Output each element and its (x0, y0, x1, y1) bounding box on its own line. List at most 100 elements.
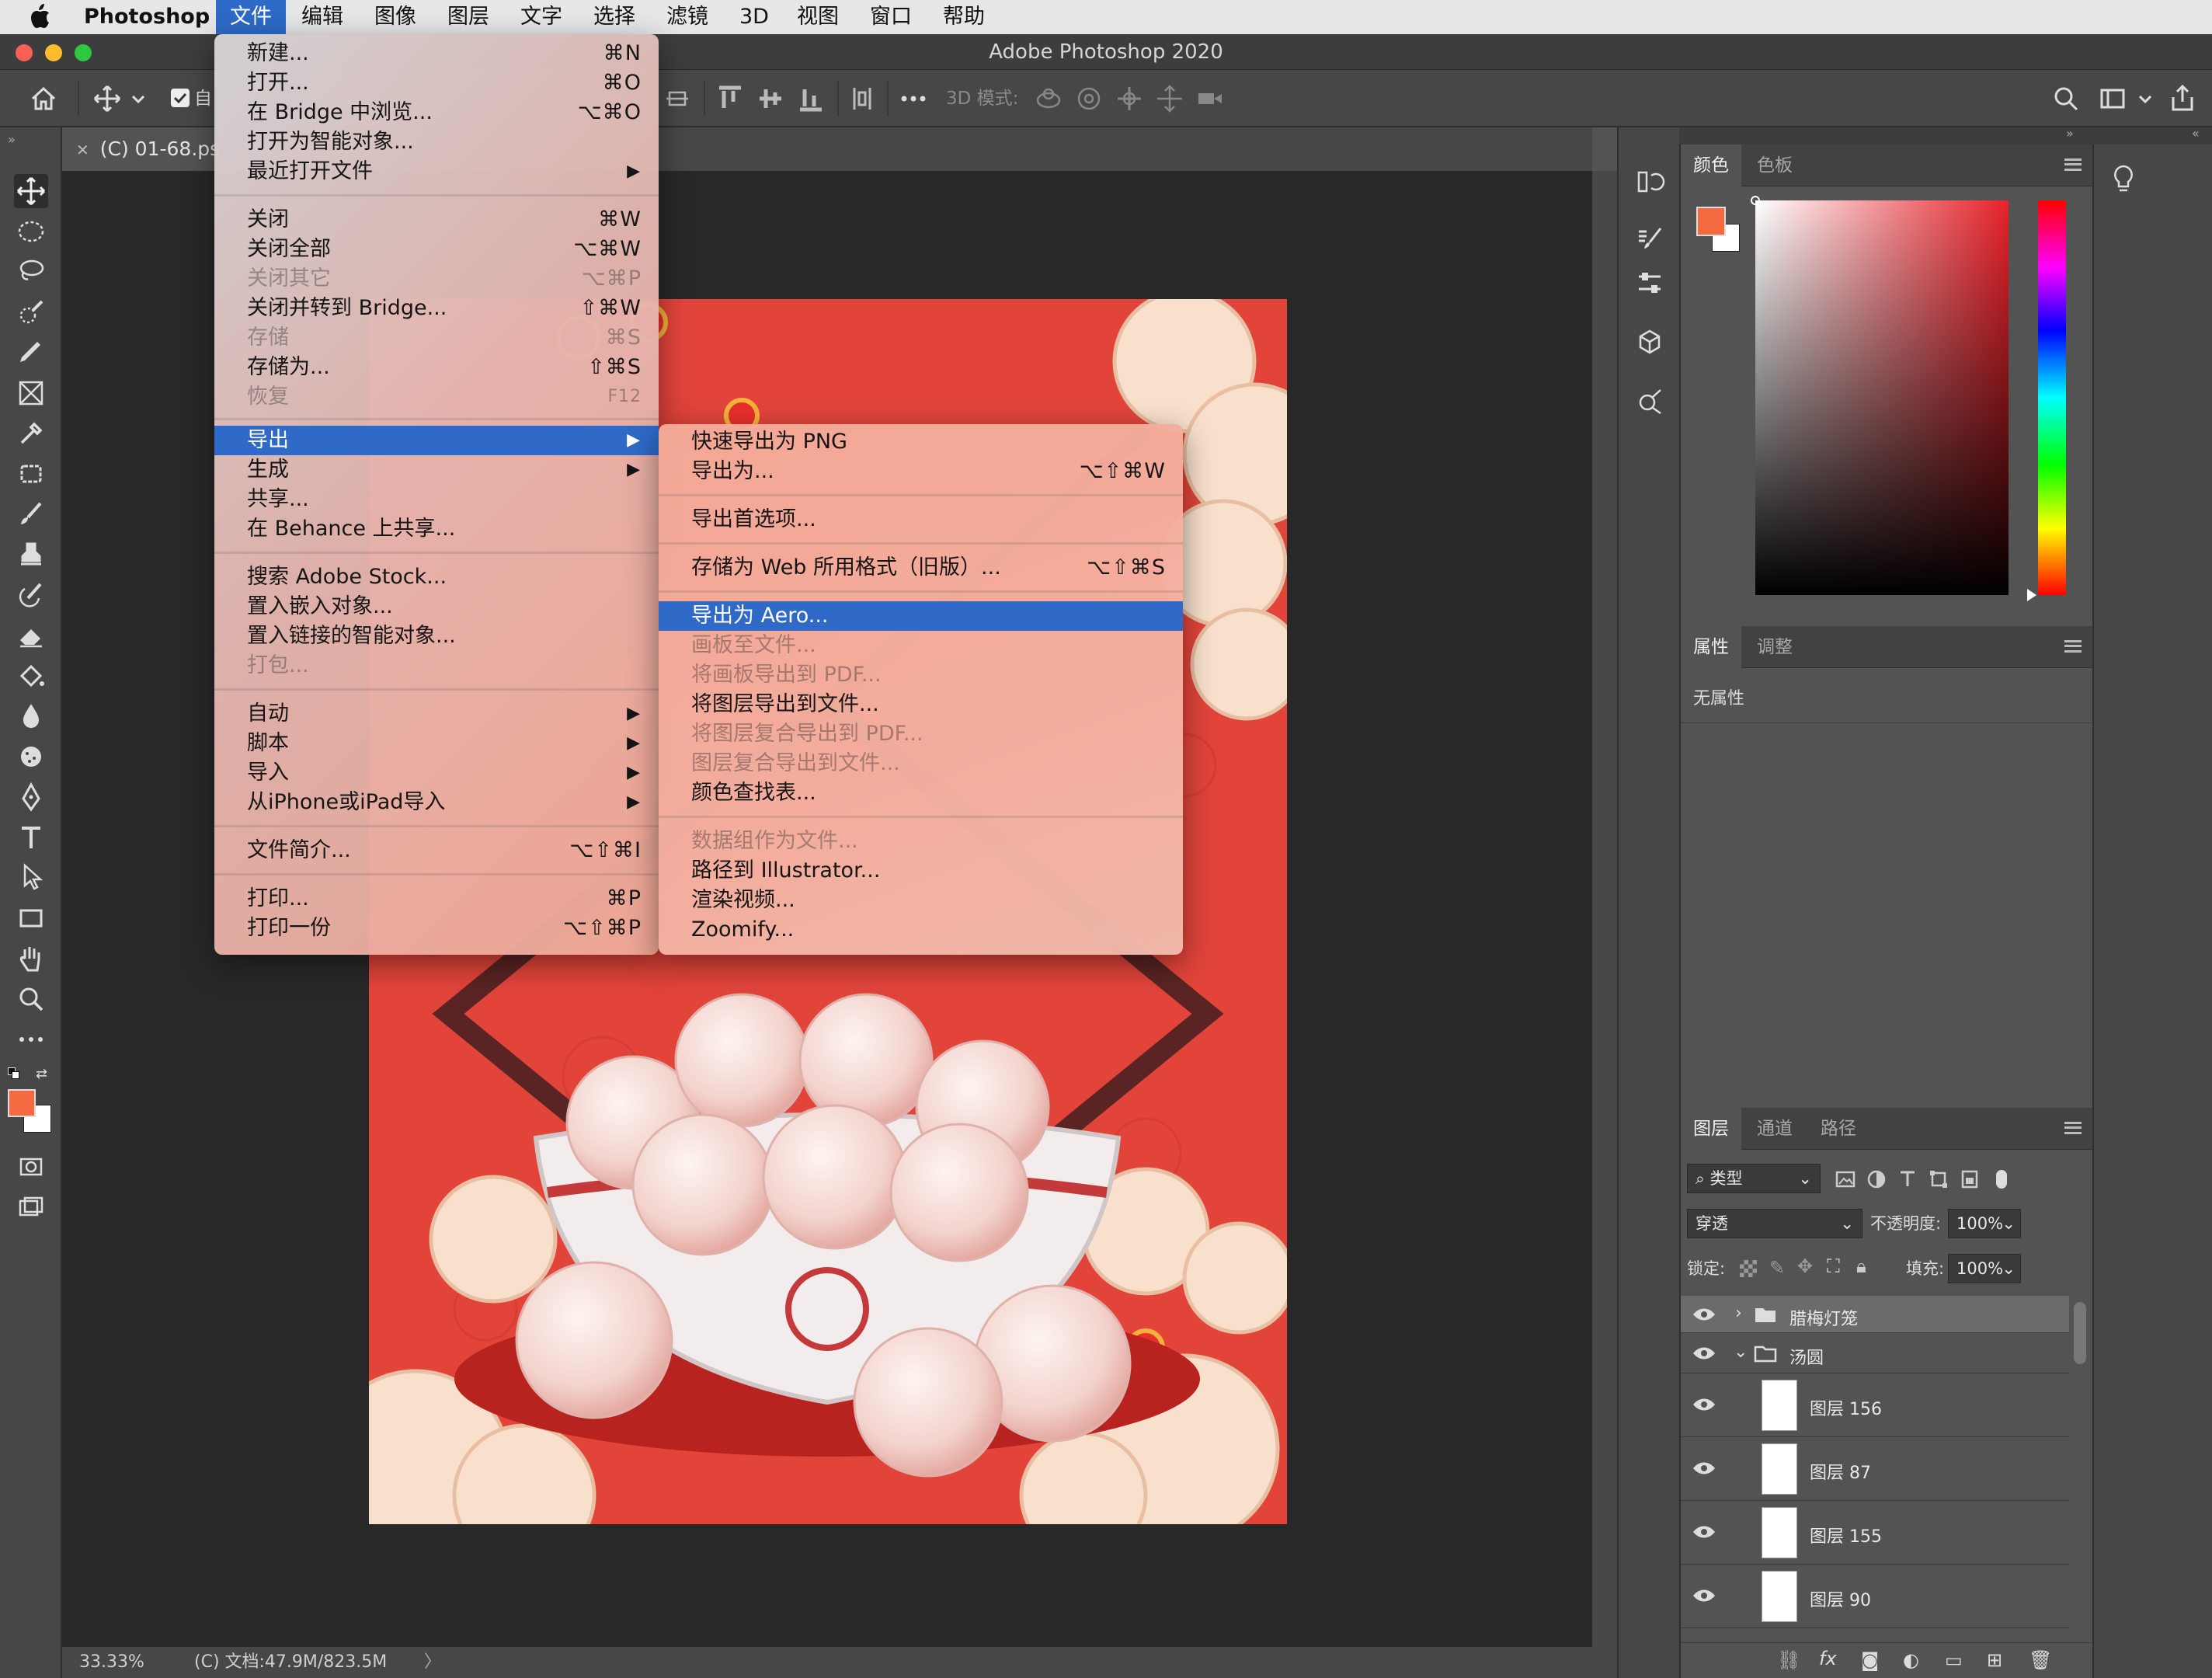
quick-mask-button[interactable] (14, 1150, 48, 1184)
menu-item-export-as[interactable]: 导出为... ⌥⇧⌘W (659, 457, 1183, 486)
visibility-eye-icon[interactable] (1692, 1588, 1716, 1603)
workspace-icon[interactable] (2097, 83, 2128, 114)
layer-name[interactable]: 腊梅灯笼 (1789, 1305, 1858, 1330)
screen-mode-button[interactable] (14, 1190, 48, 1224)
menu-image[interactable]: 图像 (360, 0, 430, 34)
visibility-eye-icon[interactable] (1692, 1307, 1716, 1322)
menu-item-export-preferences[interactable]: 导出首选项... (659, 505, 1183, 534)
layer-name[interactable]: 图层 87 (1810, 1459, 1871, 1484)
align-vertical-center-icon[interactable] (755, 83, 786, 114)
align-middle-icon[interactable] (662, 83, 693, 114)
lock-brush-icon[interactable]: ✎ (1769, 1257, 1785, 1279)
menu-item-close-all[interactable]: 关闭全部 ⌥⌘W (214, 235, 659, 264)
type-layer-filter-icon[interactable] (1897, 1168, 1918, 1190)
app-menu[interactable]: Photoshop (70, 0, 224, 34)
layers-scrollbar-thumb[interactable] (2074, 1302, 2086, 1364)
tab-properties[interactable]: 属性 (1681, 626, 1741, 668)
lock-all-icon[interactable]: 🔒︎ (1856, 1255, 1866, 1277)
trash-icon[interactable]: 🗑︎ (2029, 1649, 2052, 1671)
tab-paths[interactable]: 路径 (1808, 1108, 1869, 1150)
lock-position-icon[interactable]: ✥ (1797, 1255, 1813, 1277)
pixel-layer-filter-icon[interactable] (1835, 1168, 1856, 1190)
chevron-down-icon[interactable] (2136, 83, 2155, 114)
sponge-tool[interactable] (14, 740, 48, 774)
layer-filter-select[interactable]: ⌕ 类型 ⌄ (1687, 1164, 1821, 1193)
tab-swatches[interactable]: 色板 (1744, 144, 1805, 186)
menu-item-save-for-web[interactable]: 存储为 Web 所用格式（旧版）... ⌥⇧⌘S (659, 553, 1183, 583)
menu-item-place-linked[interactable]: 置入链接的智能对象... (214, 621, 659, 651)
3d-pan-icon[interactable] (1114, 83, 1145, 114)
visibility-eye-icon[interactable] (1692, 1346, 1716, 1361)
new-group-icon[interactable]: ▭ (1945, 1649, 1963, 1671)
menu-3d[interactable]: 3D (725, 0, 783, 34)
brush-settings-icon[interactable] (1634, 224, 1665, 255)
menu-edit[interactable]: 编辑 (287, 0, 357, 34)
brush-tool[interactable] (14, 497, 48, 531)
new-layer-icon[interactable]: ⊞ (1987, 1649, 2002, 1671)
menu-help[interactable]: 帮助 (929, 0, 999, 34)
menu-item-close-and-go-to-bridge[interactable]: 关闭并转到 Bridge... ⇧⌘W (214, 294, 659, 323)
search-icon[interactable] (2050, 83, 2082, 114)
share-icon[interactable] (2167, 83, 2198, 114)
3d-roll-icon[interactable] (1073, 83, 1104, 114)
3d-cube-icon[interactable] (1634, 326, 1665, 357)
link-layers-icon[interactable]: ⛓ (1777, 1649, 1800, 1671)
menu-layer[interactable]: 图层 (433, 0, 503, 34)
panel-menu-icon[interactable] (2064, 1122, 2082, 1134)
eraser-tool[interactable] (14, 618, 48, 653)
layer-row[interactable]: › 腊梅灯笼 (1681, 1296, 2069, 1333)
visibility-eye-icon[interactable] (1692, 1524, 1716, 1540)
menu-item-share-on-behance[interactable]: 在 Behance 上共享... (214, 514, 659, 544)
menu-item-render-video[interactable]: 渲染视频... (659, 886, 1183, 915)
menu-item-layers-to-files[interactable]: 将图层导出到文件... (659, 690, 1183, 719)
frame-tool[interactable] (14, 376, 48, 410)
tab-color[interactable]: 颜色 (1681, 144, 1741, 186)
smart-object-filter-icon[interactable] (1959, 1168, 1981, 1190)
color-panel-swatches[interactable] (1696, 207, 1743, 255)
type-tool[interactable] (14, 820, 48, 855)
add-mask-icon[interactable]: ◙ (1861, 1649, 1879, 1671)
chevron-down-icon[interactable] (129, 83, 148, 114)
3d-camera-icon[interactable] (1195, 83, 1226, 114)
menu-window[interactable]: 窗口 (856, 0, 926, 34)
lock-transparent-icon[interactable] (1740, 1260, 1757, 1277)
tab-layers[interactable]: 图层 (1681, 1108, 1741, 1150)
foreground-swatch[interactable] (1696, 207, 1726, 236)
hand-tool[interactable] (14, 942, 48, 976)
layer-name[interactable]: 图层 156 (1810, 1395, 1882, 1420)
distribute-icon[interactable] (847, 83, 878, 114)
home-icon[interactable] (28, 83, 59, 114)
menu-select[interactable]: 选择 (579, 0, 649, 34)
layer-row[interactable]: ⌄ 汤圆 (1681, 1333, 2069, 1373)
3d-orbit-icon[interactable] (1033, 83, 1064, 114)
document-tab[interactable]: ✕ (C) 01-68.ps (62, 127, 225, 171)
collapse-toolbox-icon[interactable]: » (8, 132, 16, 147)
menu-item-generate[interactable]: 生成 ▶ (214, 455, 659, 485)
eyedropper-tool[interactable] (14, 416, 48, 451)
menu-item-place-embedded[interactable]: 置入嵌入对象... (214, 592, 659, 621)
zoom-level[interactable]: 33.33% (79, 1647, 144, 1678)
paint-bucket-tool[interactable] (14, 659, 48, 693)
default-colors-icon[interactable] (8, 1067, 20, 1080)
menu-item-import[interactable]: 导入 ▶ (214, 758, 659, 788)
menu-item-new[interactable]: 新建... ⌘N (214, 39, 659, 68)
filter-toggle[interactable] (1996, 1170, 2007, 1189)
align-bottom-icon[interactable] (795, 83, 826, 114)
menu-item-open[interactable]: 打开... ⌘O (214, 68, 659, 98)
path-selection-tool[interactable] (14, 861, 48, 895)
apple-icon[interactable] (28, 3, 51, 30)
menu-item-scripts[interactable]: 脚本 ▶ (214, 729, 659, 758)
panel-menu-icon[interactable] (2064, 158, 2082, 171)
brush-tool-alt[interactable] (14, 336, 48, 370)
lightbulb-icon[interactable] (2109, 163, 2137, 194)
crop-tool[interactable] (14, 457, 48, 491)
menu-item-save-as[interactable]: 存储为... ⇧⌘S (214, 353, 659, 382)
layer-name[interactable]: 图层 90 (1810, 1586, 1871, 1611)
layer-row[interactable]: 图层 156 (1681, 1373, 2069, 1437)
collapse-group-icon[interactable]: ⌄ (1734, 1342, 1748, 1362)
auto-select-checkbox[interactable] (171, 89, 190, 107)
swap-colors-icon[interactable]: ⇄ (36, 1066, 47, 1082)
rectangle-tool[interactable] (14, 901, 48, 935)
move-tool-icon[interactable] (92, 83, 123, 114)
chevron-right-icon[interactable]: 〉 (424, 1647, 441, 1678)
